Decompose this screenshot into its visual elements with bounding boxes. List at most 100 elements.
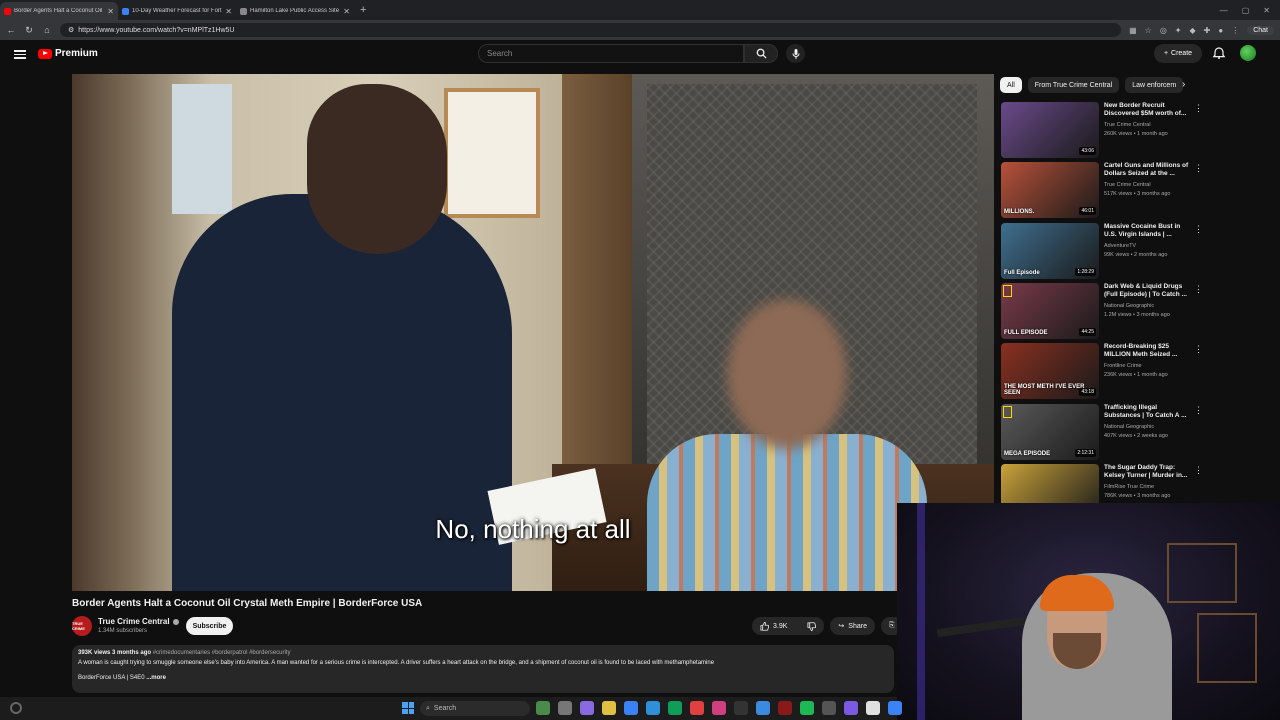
more-options-icon[interactable]: ⋮ bbox=[1194, 103, 1203, 114]
search-button[interactable] bbox=[744, 44, 778, 63]
menu-icon[interactable]: ⋮ bbox=[1231, 26, 1239, 35]
more-options-icon[interactable]: ⋮ bbox=[1194, 284, 1203, 295]
voice-search-button[interactable] bbox=[786, 44, 805, 63]
taskbar-app-icon[interactable] bbox=[800, 701, 814, 715]
create-button[interactable]: + Create bbox=[1154, 44, 1202, 63]
dislike-button[interactable] bbox=[799, 617, 825, 635]
taskbar-app-icon[interactable] bbox=[646, 701, 660, 715]
search-input[interactable]: Search bbox=[478, 44, 744, 63]
like-button[interactable]: 3.9K bbox=[752, 617, 796, 635]
share-button[interactable]: ↪ Share bbox=[830, 617, 875, 635]
recommended-meta: 517K views • 3 months ago bbox=[1104, 191, 1171, 198]
video-thumbnail[interactable]: MEGA EPISODE 2:12:31 bbox=[1001, 403, 1099, 460]
video-thumbnail[interactable]: THE MOST METH I'VE EVER SEEN 43:18 bbox=[1001, 343, 1099, 400]
recommended-channel[interactable]: True Crime Central bbox=[1104, 182, 1151, 188]
site-info-icon[interactable]: ⚙ bbox=[68, 26, 74, 34]
windows-start-icon[interactable] bbox=[402, 702, 414, 714]
widgets-icon[interactable] bbox=[10, 702, 22, 714]
webcam-neon-light bbox=[917, 503, 925, 720]
recommended-meta: 407K views • 2 weeks ago bbox=[1104, 432, 1168, 439]
close-tab-icon[interactable]: ✕ bbox=[225, 7, 232, 16]
video-thumbnail[interactable]: FULL EPISODE 44:25 bbox=[1001, 282, 1099, 339]
taskbar-app-icon[interactable] bbox=[624, 701, 638, 715]
more-options-icon[interactable]: ⋮ bbox=[1194, 344, 1203, 355]
video-description[interactable]: 393K views 3 months ago #crimedocumentar… bbox=[72, 645, 894, 693]
recommended-channel[interactable]: AdventureTV bbox=[1104, 243, 1136, 249]
subscribe-button[interactable]: Subscribe bbox=[186, 617, 233, 635]
recommended-title: Massive Cocaine Bust in U.S. Virgin Isla… bbox=[1104, 222, 1181, 238]
hashtags[interactable]: #crimedocumentaries #borderpatrol #borde… bbox=[153, 650, 291, 656]
taskbar-app-icon[interactable] bbox=[756, 701, 770, 715]
video-player[interactable]: No, nothing at all bbox=[72, 74, 994, 591]
taskbar-app-icon[interactable] bbox=[712, 701, 726, 715]
chat-button[interactable]: Chat bbox=[1247, 25, 1274, 35]
recommended-video[interactable]: MEGA EPISODE 2:12:31 Trafficking Illegal S… bbox=[1001, 403, 1206, 462]
browser-tab-weather[interactable]: 10-Day Weather Forecast for Fort ✕ bbox=[118, 2, 236, 20]
recommended-video[interactable]: Full Episode 1:28:29 Massive Cocaine Bust … bbox=[1001, 222, 1206, 281]
taskbar-app-icon[interactable] bbox=[734, 701, 748, 715]
taskbar-app-icon[interactable] bbox=[668, 701, 682, 715]
chip-all[interactable]: All bbox=[1000, 77, 1022, 93]
extension-icon[interactable]: ◎ bbox=[1160, 26, 1167, 35]
chip-from-channel[interactable]: From True Crime Central bbox=[1027, 77, 1120, 93]
channel-avatar[interactable]: TRUE CRIME bbox=[72, 616, 92, 636]
browser-tab-hamilton[interactable]: Hamilton Lake Public Access Site ✕ bbox=[236, 2, 354, 20]
show-more-link[interactable]: ...more bbox=[146, 675, 166, 681]
recommended-video[interactable]: 43:06 New Border Recruit Discovered $5M w… bbox=[1001, 102, 1206, 160]
close-window-icon[interactable]: ✕ bbox=[1263, 6, 1270, 15]
webcam-overlay bbox=[897, 503, 1280, 720]
more-options-icon[interactable]: ⋮ bbox=[1194, 163, 1203, 174]
recommended-video[interactable]: MILLIONS. 46:01 Cartel Guns and Millions o… bbox=[1001, 162, 1206, 220]
taskbar-app-icon[interactable] bbox=[580, 701, 594, 715]
youtube-logo[interactable]: Premium bbox=[38, 48, 98, 59]
more-options-icon[interactable]: ⋮ bbox=[1194, 405, 1203, 416]
taskbar-app-icon[interactable] bbox=[602, 701, 616, 715]
url-field[interactable]: ⚙ https://www.youtube.com/watch?v=nMPlTz… bbox=[60, 23, 1122, 37]
home-icon[interactable]: ⌂ bbox=[42, 25, 52, 35]
account-avatar[interactable] bbox=[1240, 45, 1256, 61]
taskbar-search[interactable]: ⌕ Search bbox=[420, 701, 530, 716]
minimize-icon[interactable]: — bbox=[1220, 6, 1228, 15]
extension-icon[interactable]: ◆ bbox=[1190, 26, 1196, 35]
taskbar-app-icon[interactable] bbox=[866, 701, 880, 715]
chevron-right-icon[interactable]: › bbox=[1182, 79, 1185, 90]
taskbar-app-icon[interactable] bbox=[778, 701, 792, 715]
taskbar-app-icon[interactable] bbox=[822, 701, 836, 715]
recommended-video[interactable]: THE MOST METH I'VE EVER SEEN 43:18 Record-… bbox=[1001, 343, 1206, 401]
back-icon[interactable]: ← bbox=[6, 25, 16, 35]
notifications-bell-icon[interactable] bbox=[1212, 46, 1226, 60]
taskbar-apps bbox=[536, 701, 902, 715]
close-tab-icon[interactable]: ✕ bbox=[107, 7, 114, 16]
extension-icon[interactable]: ✦ bbox=[1175, 26, 1182, 35]
recommended-channel[interactable]: True Crime Central bbox=[1104, 122, 1151, 128]
profile-icon[interactable]: ● bbox=[1218, 26, 1223, 35]
recommended-channel[interactable]: Frontline Crime bbox=[1104, 363, 1142, 369]
puzzle-icon[interactable]: ✚ bbox=[1204, 26, 1211, 35]
star-icon[interactable]: ☆ bbox=[1145, 26, 1152, 35]
recommended-channel[interactable]: National Geographic bbox=[1104, 424, 1154, 430]
recommended-channel[interactable]: National Geographic bbox=[1104, 303, 1154, 309]
taskbar-app-icon[interactable] bbox=[558, 701, 572, 715]
more-options-icon[interactable]: ⋮ bbox=[1194, 465, 1203, 476]
close-tab-icon[interactable]: ✕ bbox=[343, 7, 350, 16]
weather-icon bbox=[122, 7, 129, 15]
channel-name[interactable]: True Crime Central bbox=[98, 617, 179, 626]
browser-tab-youtube[interactable]: Border Agents Halt a Coconut Oil ✕ bbox=[0, 2, 118, 20]
taskbar-app-icon[interactable] bbox=[690, 701, 704, 715]
chip-law-enforcement[interactable]: Law enforcem bbox=[1125, 77, 1184, 93]
taskbar-app-icon[interactable] bbox=[536, 701, 550, 715]
recommended-channel[interactable]: FilmRise True Crime bbox=[1104, 484, 1154, 490]
reload-icon[interactable]: ↻ bbox=[24, 25, 34, 36]
qr-icon[interactable]: ▦ bbox=[1129, 26, 1137, 35]
maximize-icon[interactable]: ▢ bbox=[1242, 6, 1250, 15]
queue-marker-icon bbox=[1003, 284, 1012, 297]
taskbar-app-icon[interactable] bbox=[888, 701, 902, 715]
taskbar-app-icon[interactable] bbox=[844, 701, 858, 715]
recommended-video[interactable]: FULL EPISODE 44:25 Dark Web & Liquid Drugs… bbox=[1001, 282, 1206, 341]
video-thumbnail[interactable]: MILLIONS. 46:01 bbox=[1001, 162, 1099, 219]
more-options-icon[interactable]: ⋮ bbox=[1194, 224, 1203, 235]
new-tab-icon[interactable]: + bbox=[360, 4, 366, 16]
menu-icon[interactable] bbox=[14, 48, 26, 60]
video-thumbnail[interactable]: 43:06 bbox=[1001, 102, 1099, 158]
video-thumbnail[interactable]: Full Episode 1:28:29 bbox=[1001, 222, 1099, 279]
